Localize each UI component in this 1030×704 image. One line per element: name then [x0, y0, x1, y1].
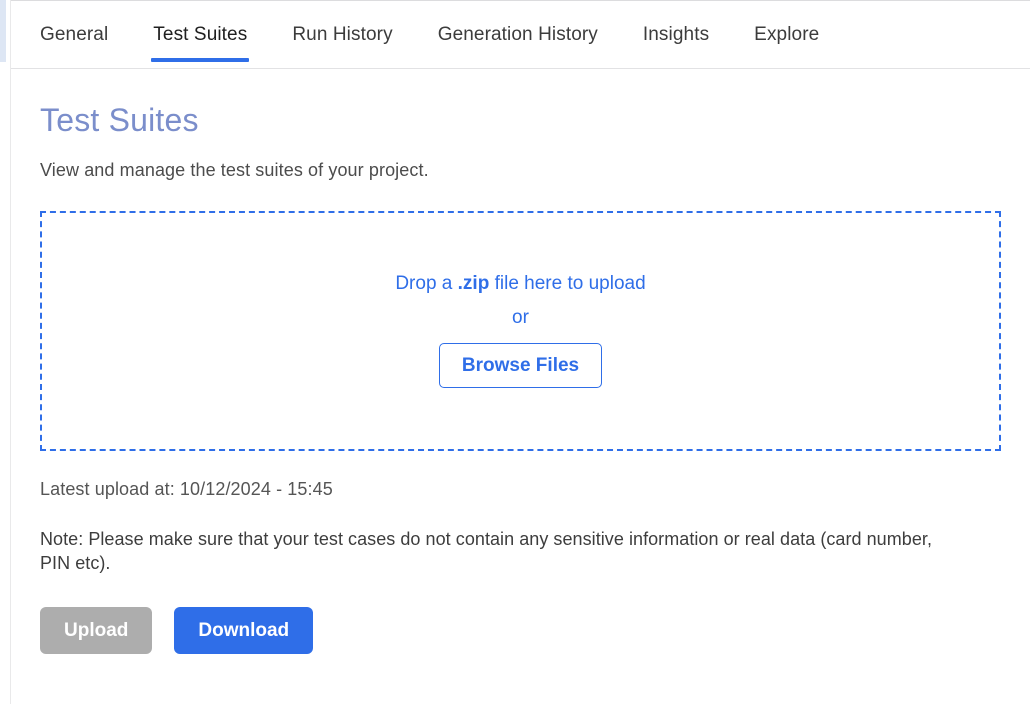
upload-button[interactable]: Upload: [40, 606, 153, 654]
tab-bar: General Test Suites Run History Generati…: [11, 1, 1030, 69]
content-pane: General Test Suites Run History Generati…: [11, 0, 1030, 704]
tab-insights[interactable]: Insights: [643, 1, 709, 69]
tab-run-history[interactable]: Run History: [292, 1, 392, 69]
page-title: Test Suites: [40, 102, 199, 138]
file-dropzone[interactable]: Drop a .zip file here to upload or Brows…: [40, 211, 1001, 452]
dropzone-or-label: or: [512, 307, 529, 329]
main-content: Test Suites View and manage the test sui…: [11, 69, 1030, 654]
sidebar-active-indicator: [0, 0, 6, 62]
dropzone-prompt: Drop a .zip file here to upload: [395, 274, 645, 293]
tab-generation-history[interactable]: Generation History: [438, 1, 598, 69]
app-root: General Test Suites Run History Generati…: [0, 0, 1030, 704]
tab-test-suites[interactable]: Test Suites: [151, 1, 250, 69]
download-button[interactable]: Download: [174, 606, 314, 654]
browse-files-button[interactable]: Browse Files: [438, 343, 603, 389]
dropzone-prompt-before: Drop a: [395, 273, 458, 295]
tab-explore[interactable]: Explore: [754, 1, 819, 69]
dropzone-filetype: .zip: [457, 273, 490, 295]
page-subtitle: View and manage the test suites of your …: [40, 160, 429, 181]
sensitive-data-note: Note: Please make sure that your test ca…: [40, 529, 933, 573]
sidebar-collapsed-strip: [0, 0, 11, 704]
action-button-group: Upload Download: [40, 576, 1001, 654]
latest-upload-text: Latest upload at: 10/12/2024 - 15:45: [40, 479, 333, 500]
tab-general[interactable]: General: [40, 1, 108, 69]
dropzone-prompt-after: file here to upload: [489, 273, 646, 295]
